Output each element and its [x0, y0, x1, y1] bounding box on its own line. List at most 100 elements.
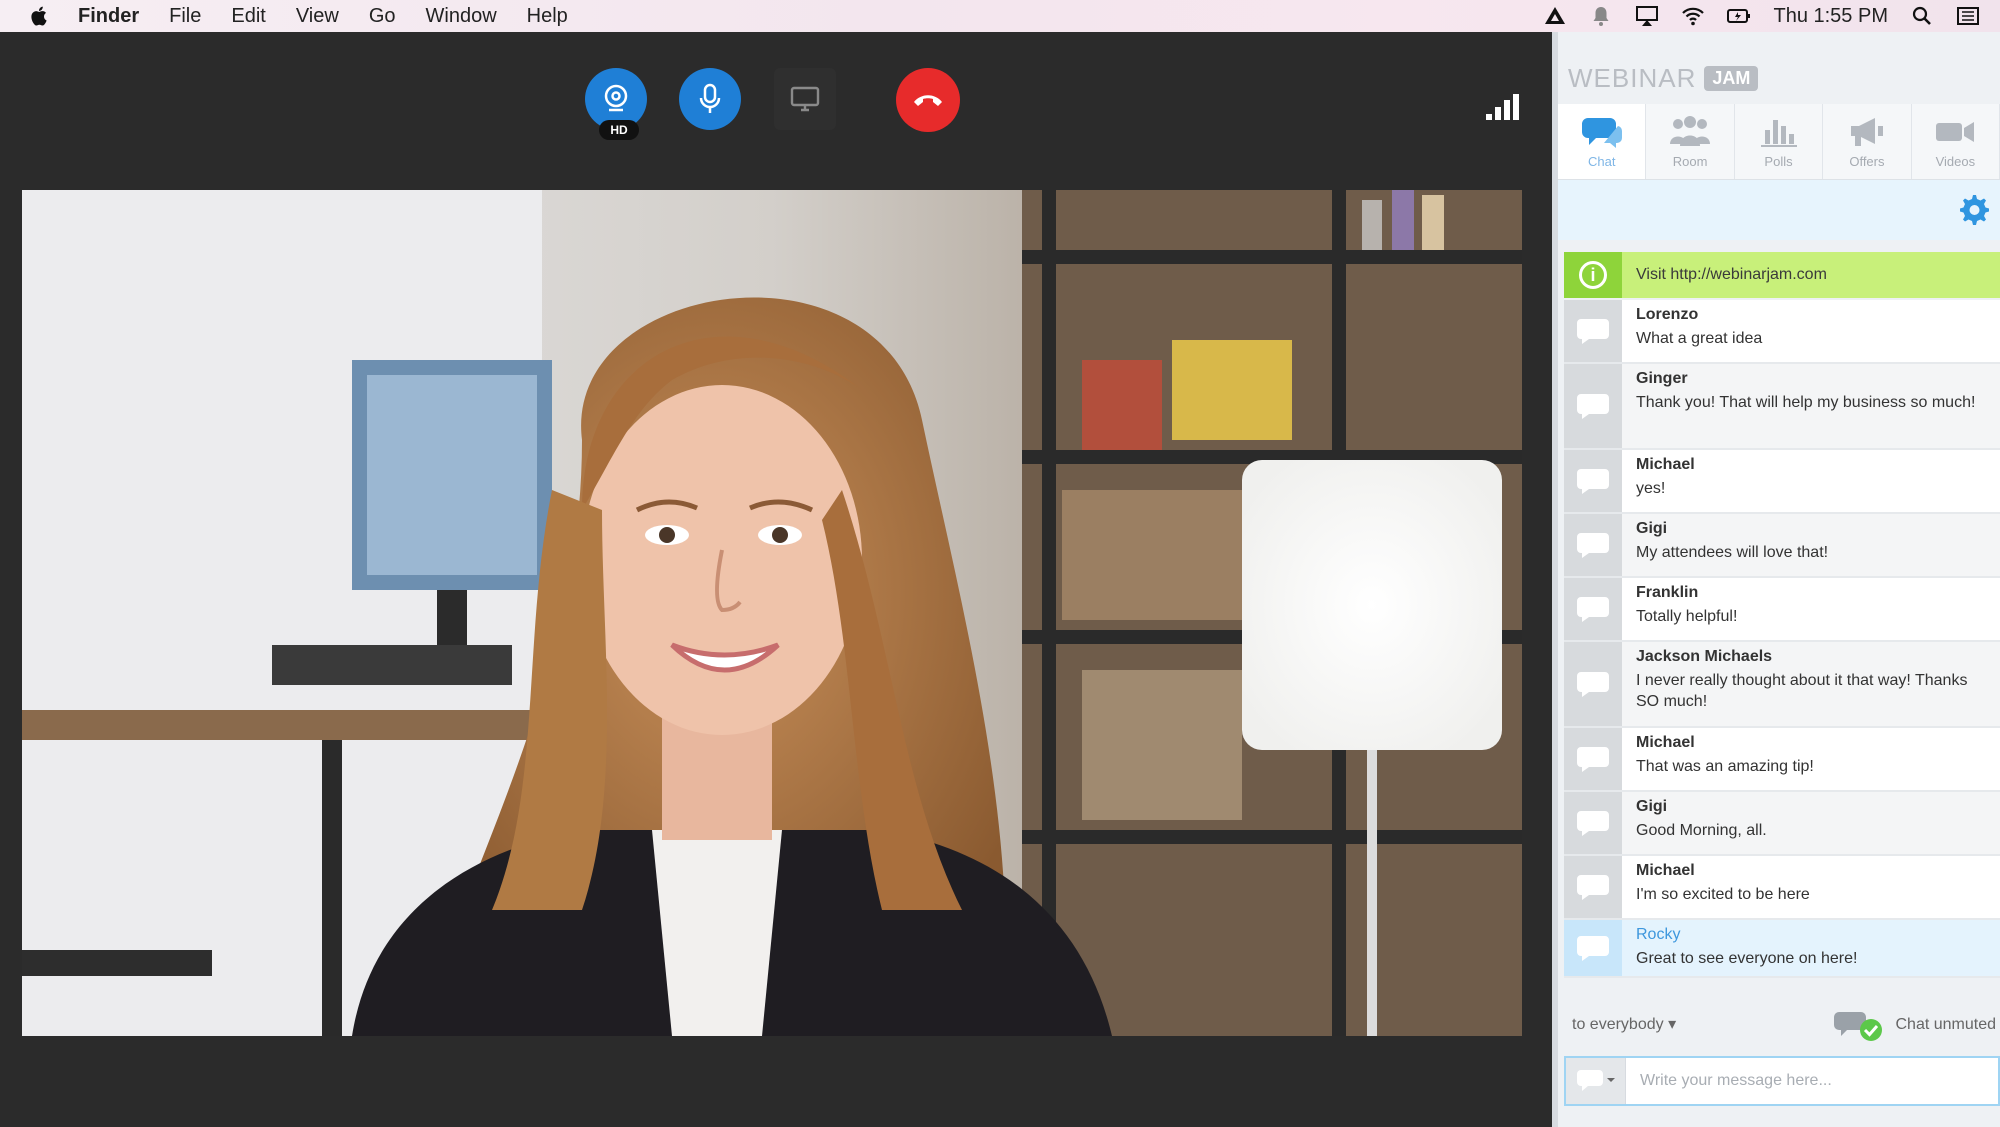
speech-bubble-icon — [1577, 597, 1609, 622]
apple-icon[interactable] — [30, 4, 50, 28]
tab-room-label: Room — [1672, 154, 1708, 169]
menu-view[interactable]: View — [296, 5, 339, 28]
panel-tabs: Chat Room Polls Offers Videos — [1558, 104, 2000, 180]
tab-polls[interactable]: Polls — [1734, 104, 1824, 179]
airplay-icon[interactable] — [1635, 5, 1659, 27]
chat-message: Lorenzo What a great idea — [1564, 300, 2000, 364]
menu-bar-clock[interactable]: Thu 1:55 PM — [1773, 5, 1888, 28]
chevron-down-icon: ▾ — [1668, 1016, 1677, 1033]
recipient-dropdown[interactable]: to everybody ▾ — [1572, 1014, 1676, 1034]
announcement-text: Visit http://webinarjam.com — [1636, 266, 1827, 283]
webinarjam-logo: WEBINAR JAM — [1568, 62, 1759, 94]
message-text: yes! — [1636, 480, 1666, 497]
menu-go[interactable]: Go — [369, 5, 396, 28]
tab-videos[interactable]: Videos — [1911, 104, 2000, 179]
microphone-toggle-button[interactable] — [679, 68, 741, 130]
message-author: Michael — [1636, 862, 1695, 879]
chat-message: Gigi Good Morning, all. — [1564, 792, 2000, 856]
chat-mute-status: Chat unmuted — [1833, 1008, 1996, 1042]
menu-help[interactable]: Help — [527, 5, 568, 28]
tab-room[interactable]: Room — [1646, 104, 1735, 179]
gear-icon[interactable] — [1956, 192, 1990, 226]
chat-settings-bar — [1558, 180, 2000, 240]
recipient-label: to everybody — [1572, 1016, 1664, 1033]
speech-bubble-icon — [1576, 1070, 1615, 1091]
chat-status-text: Chat unmuted — [1895, 1016, 1996, 1033]
presenter-video-feed[interactable] — [22, 190, 1522, 1036]
menu-finder[interactable]: Finder — [78, 5, 139, 28]
message-author: Michael — [1636, 734, 1695, 751]
menu-window[interactable]: Window — [426, 5, 497, 28]
tab-chat-label: Chat — [1587, 154, 1616, 169]
end-call-button[interactable] — [896, 68, 960, 132]
message-author: Franklin — [1636, 584, 1699, 601]
message-text: Good Morning, all. — [1636, 822, 1767, 839]
message-input-box — [1564, 1056, 2000, 1106]
user-avatar — [1564, 856, 1622, 918]
battery-icon[interactable] — [1727, 5, 1751, 27]
chat-icon — [1581, 118, 1622, 148]
webcam-icon — [604, 84, 628, 112]
menu-file[interactable]: File — [169, 5, 201, 28]
message-text: Great to see everyone on here! — [1636, 950, 1858, 967]
chat-message: Jackson Michaels I never really thought a… — [1564, 642, 2000, 728]
message-author: Gigi — [1636, 798, 1668, 815]
pinned-announcement[interactable]: i Visit http://webinarjam.com — [1564, 252, 2000, 298]
presenter-video-image — [22, 190, 1522, 1036]
speech-bubble-icon — [1577, 811, 1609, 836]
drive-icon[interactable] — [1543, 5, 1567, 27]
emoji-picker-button[interactable] — [1566, 1058, 1626, 1104]
notification-bell-icon[interactable] — [1589, 5, 1613, 27]
offers-icon — [1850, 118, 1883, 146]
chat-message-list[interactable]: i Visit http://webinarjam.com Lorenzo Wha… — [1564, 252, 2000, 978]
speech-bubble-icon — [1577, 747, 1609, 772]
notification-center-icon[interactable] — [1956, 5, 1980, 27]
user-avatar — [1564, 792, 1622, 854]
chat-composer: to everybody ▾ Chat unmuted — [1558, 990, 2000, 1127]
hang-up-icon — [914, 95, 942, 106]
menu-bar: Finder File Edit View Go Window Help Thu… — [0, 0, 2000, 32]
tab-offers[interactable]: Offers — [1823, 104, 1912, 179]
polls-icon — [1760, 120, 1797, 147]
speech-bubble-icon — [1577, 319, 1609, 344]
screen-share-icon — [790, 86, 820, 112]
speech-bubble-icon — [1577, 533, 1609, 558]
user-avatar — [1564, 728, 1622, 790]
menu-edit[interactable]: Edit — [231, 5, 265, 28]
user-avatar — [1564, 300, 1622, 362]
microphone-icon — [699, 83, 721, 113]
chat-message-own: Rocky Great to see everyone on here! — [1564, 920, 2000, 978]
wifi-icon[interactable] — [1681, 5, 1705, 27]
chat-unmuted-icon — [1834, 1012, 1883, 1041]
user-avatar — [1564, 578, 1622, 640]
user-avatar — [1564, 364, 1622, 448]
webinar-side-panel: WEBINAR JAM Chat Room Polls Offers Video… — [1552, 32, 2000, 1127]
hd-quality-badge[interactable]: HD — [599, 120, 639, 140]
tab-chat[interactable]: Chat — [1558, 104, 1647, 179]
speech-bubble-icon — [1577, 936, 1609, 961]
speech-bubble-icon — [1577, 672, 1609, 697]
speech-bubble-icon — [1577, 394, 1609, 419]
chat-message: Franklin Totally helpful! — [1564, 578, 2000, 642]
message-input[interactable] — [1626, 1072, 1986, 1090]
message-author: Lorenzo — [1636, 306, 1699, 323]
user-avatar — [1564, 450, 1622, 512]
chat-message: Michael I'm so excited to be here — [1564, 856, 2000, 920]
message-author: Ginger — [1636, 370, 1688, 387]
video-stage: HD — [0, 32, 1552, 1127]
menu-bar-status: Thu 1:55 PM — [1543, 0, 1980, 32]
tab-polls-label: Polls — [1764, 154, 1793, 169]
videos-icon — [1936, 122, 1975, 142]
brand-badge: JAM — [1704, 65, 1759, 91]
message-text: What a great idea — [1636, 330, 1763, 347]
user-avatar — [1564, 920, 1622, 976]
spotlight-search-icon[interactable] — [1910, 5, 1934, 27]
signal-strength-icon — [1486, 94, 1519, 120]
speech-bubble-icon — [1577, 469, 1609, 494]
message-text: Totally helpful! — [1636, 608, 1738, 625]
chat-message: Ginger Thank you! That will help my busin… — [1564, 364, 2000, 450]
screen-share-button[interactable] — [774, 68, 836, 130]
message-text: That was an amazing tip! — [1636, 758, 1814, 775]
tab-videos-label: Videos — [1935, 154, 1976, 169]
message-author: Michael — [1636, 456, 1695, 473]
